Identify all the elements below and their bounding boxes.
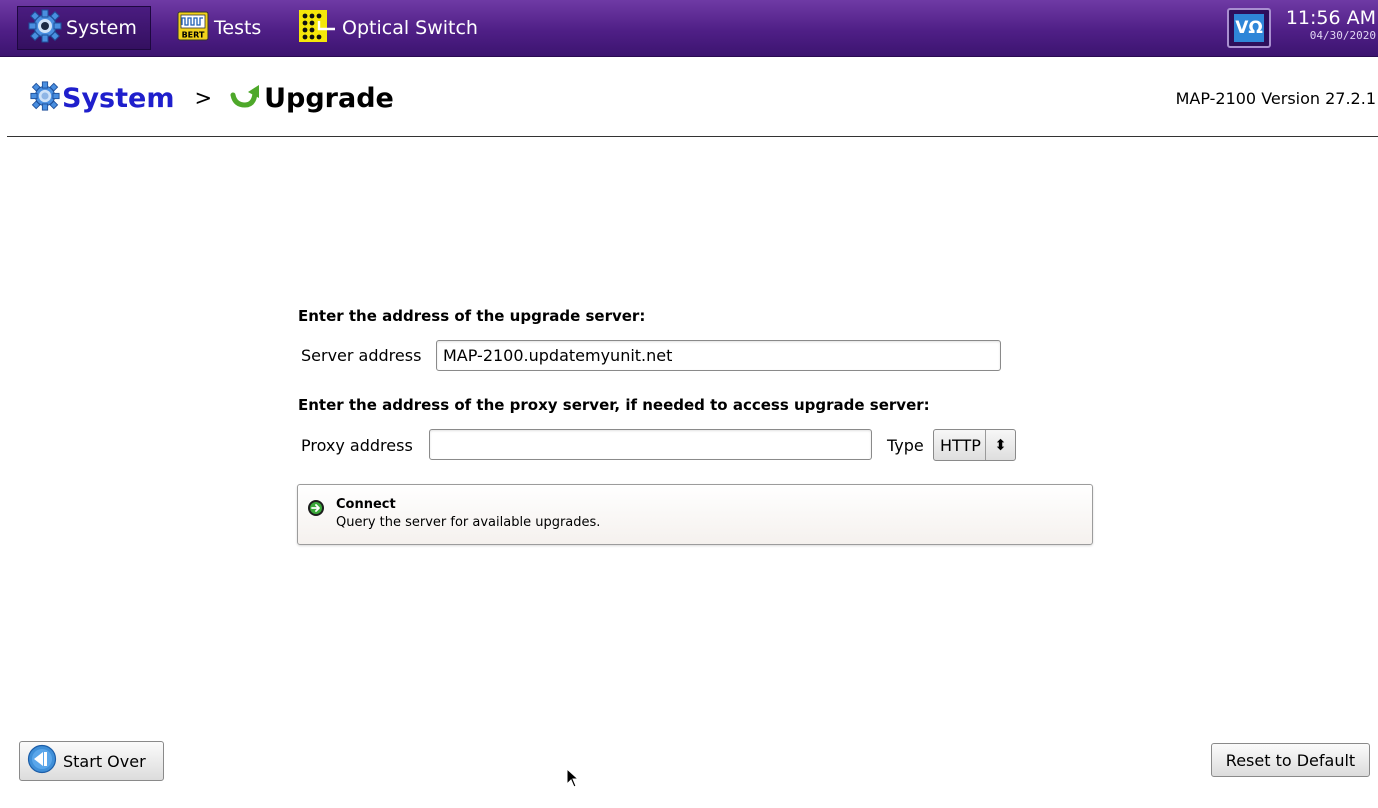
version-label: MAP-2100 Version 27.2.1 [1175, 89, 1376, 108]
reset-to-default-button[interactable]: Reset to Default [1211, 743, 1370, 777]
breadcrumb-separator: > [194, 86, 213, 110]
reset-to-default-label: Reset to Default [1225, 750, 1356, 770]
clock: 11:56 AM 04/30/2020 [1280, 7, 1376, 43]
breadcrumb-system-link[interactable]: System [62, 83, 174, 114]
optical-switch-icon [298, 9, 338, 48]
connect-title: Connect [336, 497, 396, 512]
tab-tests-label: Tests [214, 17, 262, 39]
proxy-type-select[interactable]: HTTP ⬍ [933, 429, 1016, 461]
tab-system[interactable]: System [17, 6, 151, 50]
proxy-type-value: HTTP [934, 430, 986, 460]
tab-system-label: System [66, 17, 137, 39]
upgrade-arrow-icon [230, 83, 260, 113]
arrow-right-circle-icon [307, 499, 325, 521]
breadcrumb: System > Upgrade [30, 80, 394, 116]
mouse-pointer-icon [566, 767, 582, 794]
proxy-address-label: Proxy address [301, 436, 413, 455]
connect-button[interactable]: Connect Query the server for available u… [297, 484, 1093, 545]
top-bar: System BERT Tests Optical Switch VΩ 11:5… [0, 0, 1378, 57]
bert-icon: BERT [176, 9, 210, 48]
gear-icon [28, 9, 62, 48]
tab-optical-switch[interactable]: Optical Switch [298, 6, 518, 50]
server-address-input[interactable] [436, 340, 1001, 371]
start-over-button[interactable]: Start Over [19, 741, 164, 781]
header-divider [7, 136, 1378, 137]
type-label: Type [887, 436, 924, 455]
gear-icon [30, 81, 60, 115]
proxy-address-input[interactable] [429, 429, 872, 460]
clock-date: 04/30/2020 [1309, 29, 1376, 42]
server-address-label: Server address [301, 346, 422, 365]
select-arrows-icon: ⬍ [994, 436, 1007, 454]
connect-description: Query the server for available upgrades. [336, 515, 601, 530]
start-over-label: Start Over [63, 751, 146, 771]
server-heading: Enter the address of the upgrade server: [298, 307, 646, 325]
proxy-heading: Enter the address of the proxy server, i… [298, 396, 930, 414]
tab-tests[interactable]: BERT Tests [176, 6, 276, 50]
vo-logo[interactable]: VΩ [1227, 8, 1271, 48]
page-title: Upgrade [264, 82, 394, 114]
logo-text: VΩ [1234, 14, 1264, 42]
back-arrow-icon [27, 744, 57, 778]
svg-text:BERT: BERT [182, 30, 205, 39]
tab-optical-switch-label: Optical Switch [342, 17, 478, 39]
clock-time: 11:56 AM [1285, 7, 1376, 29]
